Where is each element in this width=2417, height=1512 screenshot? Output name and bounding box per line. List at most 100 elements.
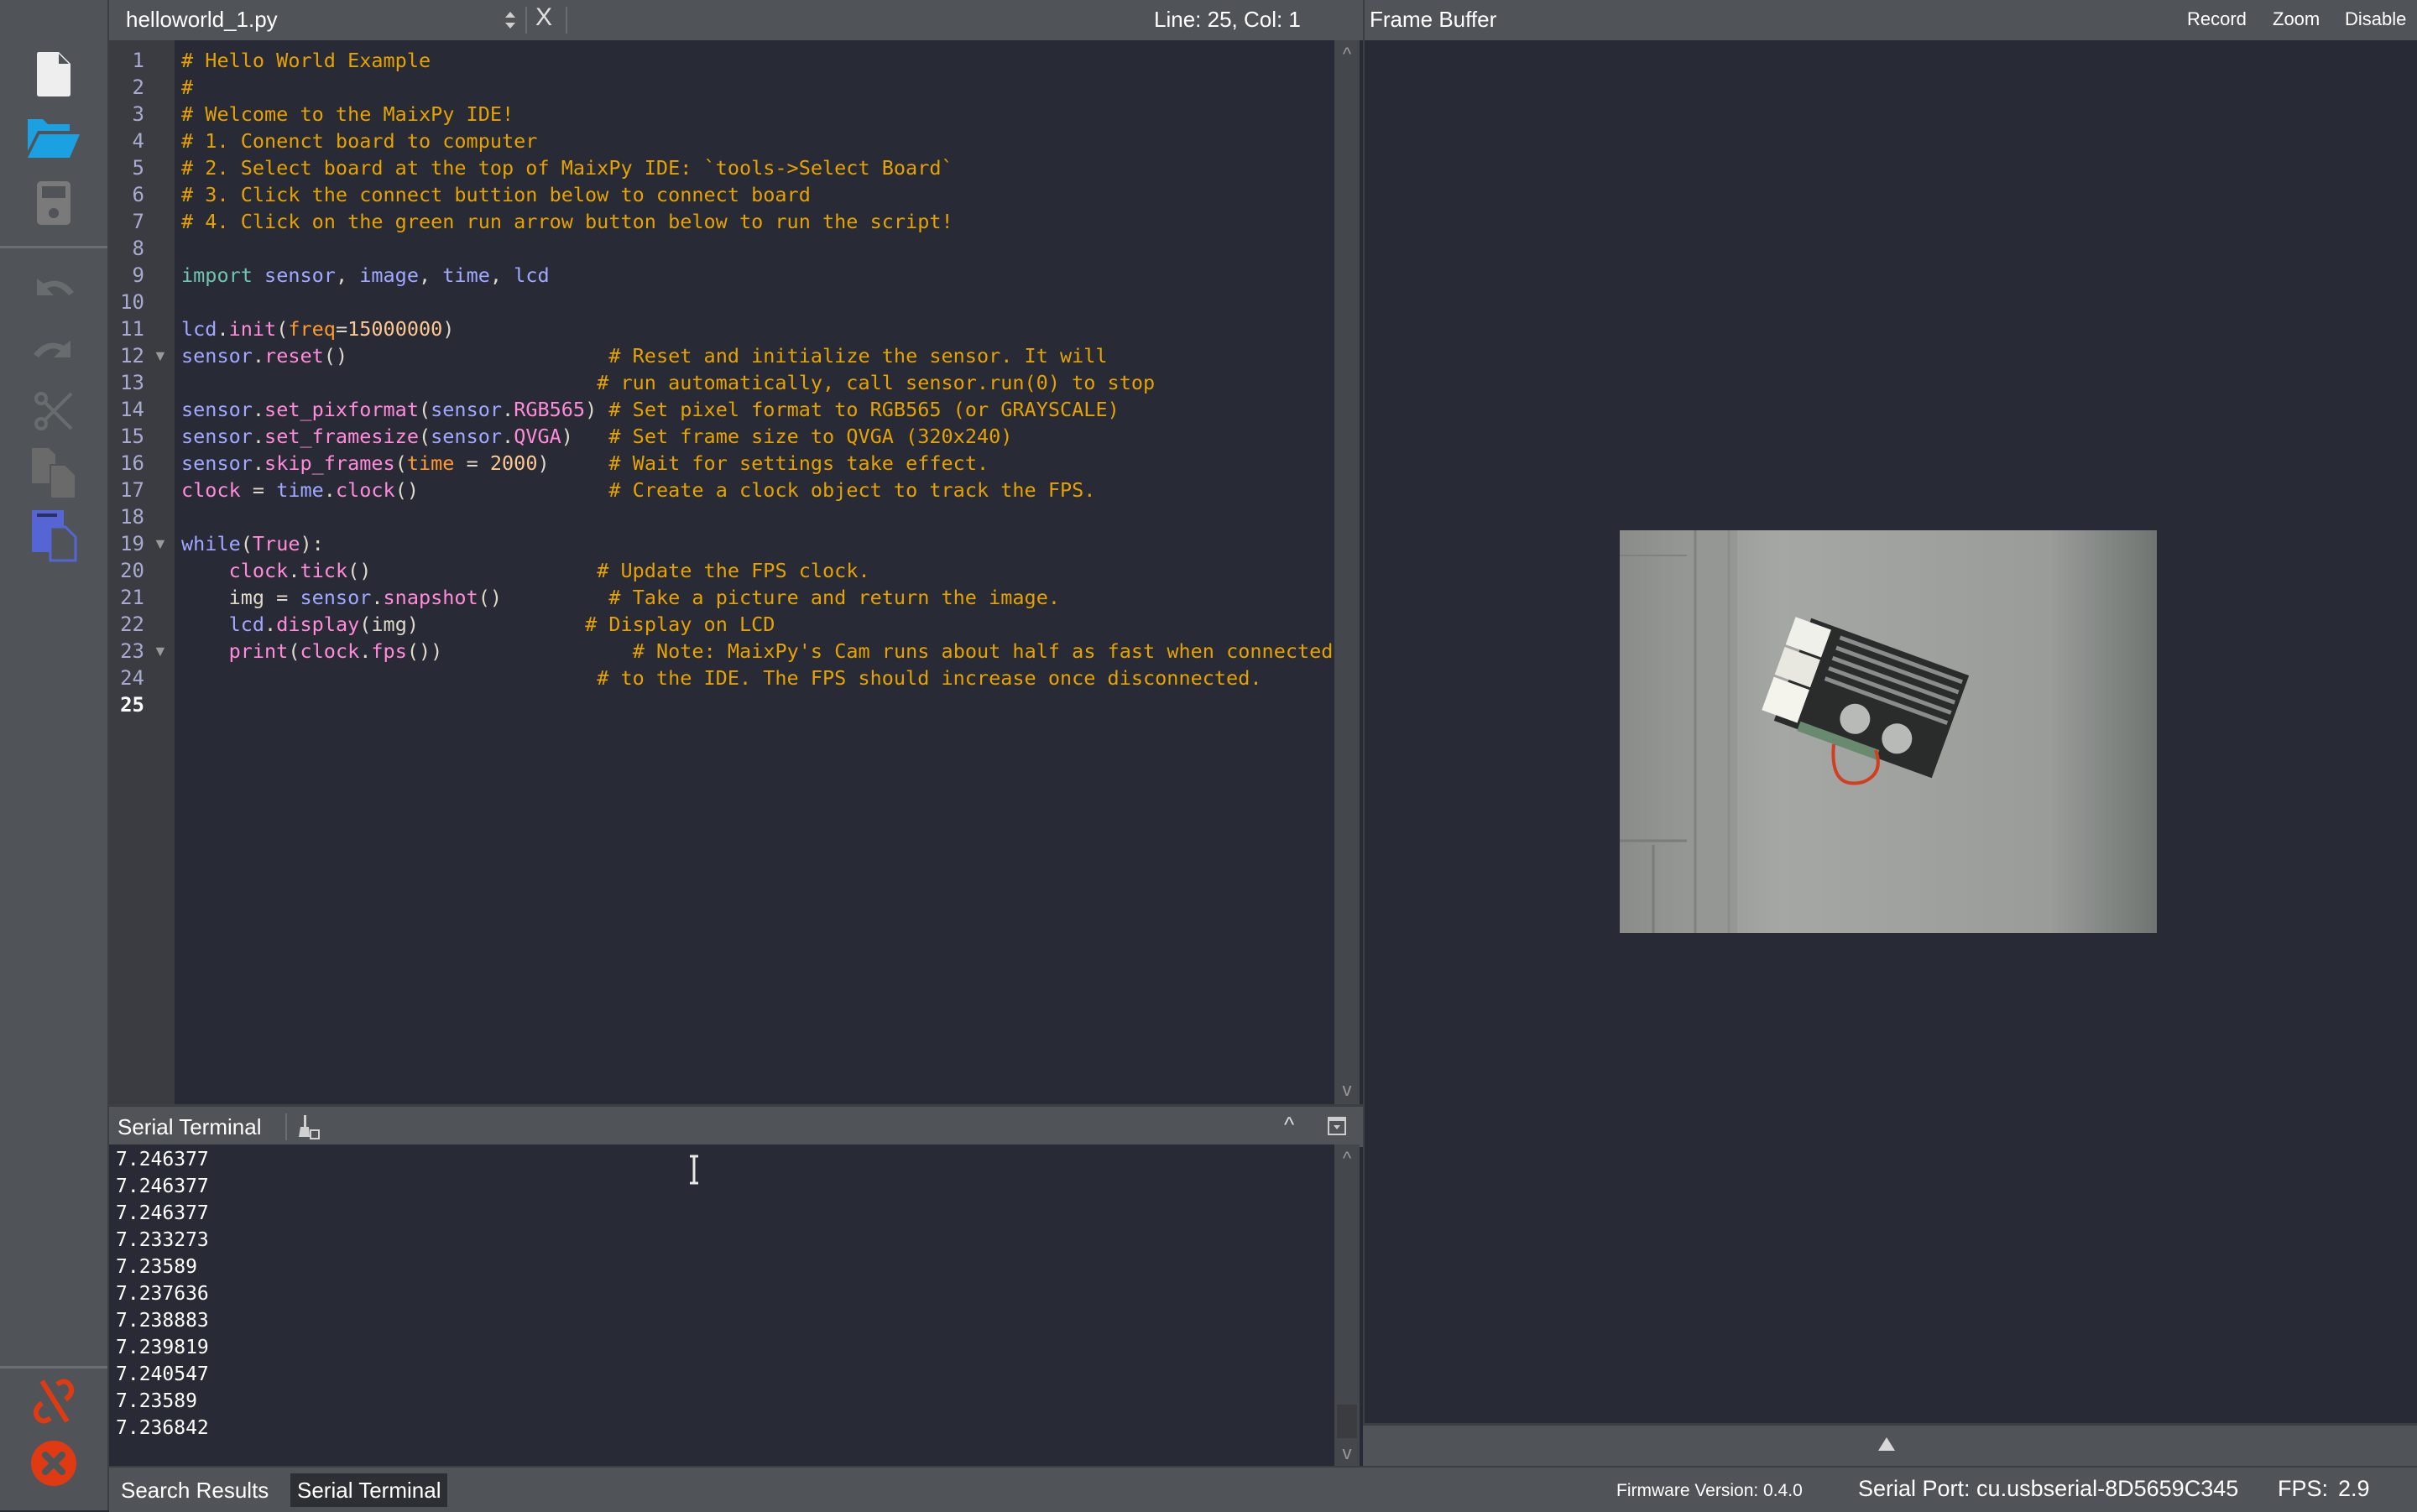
line-number-gutter: 1 2 3 4 5 6 7 8 9 10 11 12 ▼ 13 14 15 16 17 18 19 ▼ 20 21 22 23 ▼…: [109, 40, 175, 1104]
editor-scrollbar[interactable]: ^ v: [1334, 40, 1360, 1104]
code-token: =: [240, 478, 277, 502]
code-token: # Wait for settings take effect.: [608, 451, 989, 475]
code-line[interactable]: # to the IDE. The FPS should increase on…: [181, 665, 1262, 691]
cut-button[interactable]: [23, 384, 84, 438]
code-line[interactable]: #: [181, 74, 193, 101]
fold-toggle-icon[interactable]: ▼: [153, 342, 168, 369]
copy-icon: [32, 448, 76, 499]
code-token: time: [276, 478, 324, 502]
code-line[interactable]: sensor.set_framesize(sensor.QVGA) # Set …: [181, 423, 1012, 450]
fold-toggle-icon[interactable]: ▼: [153, 530, 168, 557]
code-token: .: [264, 613, 277, 636]
code-token: # Reset and initialize the sensor. It wi…: [608, 344, 1108, 368]
code-token: time: [406, 451, 455, 475]
code-token: .: [323, 478, 336, 502]
code-line[interactable]: lcd.init(freq=15000000): [181, 315, 454, 342]
line-number: 1: [132, 49, 144, 72]
code-line[interactable]: sensor.reset() # Reset and initialize th…: [181, 342, 1108, 369]
fps-label: FPS:: [2278, 1476, 2329, 1501]
code-line[interactable]: import sensor, image, time, lcd: [181, 262, 550, 289]
paste-button[interactable]: [23, 508, 84, 562]
line-number: 10: [120, 290, 144, 314]
scroll-down-icon[interactable]: v: [1334, 1079, 1360, 1101]
copy-button[interactable]: [23, 446, 84, 500]
code-line[interactable]: # 4. Click on the green run arrow button…: [181, 208, 953, 235]
save-button[interactable]: [23, 176, 84, 230]
code-line[interactable]: # Hello World Example: [181, 47, 431, 74]
stop-button[interactable]: [23, 1436, 84, 1490]
code-line[interactable]: print(clock.fps()) # Note: MaixPy's Cam …: [181, 638, 1334, 665]
code-token: ): [561, 425, 609, 448]
line-number: 8: [132, 237, 144, 260]
scroll-up-icon[interactable]: ^: [1334, 44, 1360, 65]
header-divider: [525, 7, 527, 34]
code-line[interactable]: # 1. Conenct board to computer: [181, 128, 537, 154]
code-token: # Note: MaixPy's Cam runs about half as …: [632, 639, 1334, 663]
header-divider: [285, 1113, 287, 1140]
undo-button[interactable]: [23, 262, 84, 315]
clear-terminal-button[interactable]: [299, 1113, 322, 1144]
code-token: import: [181, 263, 253, 287]
code-token: init: [228, 317, 277, 341]
open-file-button[interactable]: [23, 111, 84, 164]
maximize-panel-button[interactable]: ^: [1284, 1112, 1294, 1138]
tab-search-results[interactable]: Search Results: [114, 1473, 275, 1507]
record-button[interactable]: Record: [2187, 8, 2247, 30]
frame-buffer-header: Frame Buffer Record Zoom Disable: [1363, 0, 2417, 40]
code-line[interactable]: sensor.skip_frames(time = 2000) # Wait f…: [181, 450, 989, 477]
code-token: ):: [300, 532, 324, 555]
code-line[interactable]: while(True):: [181, 530, 324, 557]
code-token: while: [181, 532, 241, 555]
code-line[interactable]: clock = time.clock() # Create a clock ob…: [181, 477, 1095, 503]
code-line[interactable]: clock.tick() # Update the FPS clock.: [181, 557, 870, 584]
code-token: .: [252, 344, 265, 368]
code-line[interactable]: lcd.display(img) # Display on LCD: [181, 611, 775, 638]
terminal-scrollbar[interactable]: ^ v: [1334, 1144, 1360, 1466]
close-file-button[interactable]: X: [535, 3, 552, 32]
code-line[interactable]: sensor.set_pixformat(sensor.RGB565) # Se…: [181, 396, 1120, 423]
file-selector[interactable]: helloworld_1.py: [126, 7, 278, 33]
tab-serial-terminal[interactable]: Serial Terminal: [290, 1473, 448, 1507]
code-token: clock: [228, 559, 289, 582]
fold-toggle-icon[interactable]: ▼: [153, 638, 168, 665]
code-token: # 3. Click the connect buttion below to …: [181, 183, 811, 206]
new-file-button[interactable]: [23, 47, 84, 101]
folder-open-icon: [28, 119, 80, 158]
close-panel-button[interactable]: [1328, 1117, 1346, 1139]
expand-histogram-icon[interactable]: [1877, 1436, 1897, 1457]
code-line[interactable]: # Welcome to the MaixPy IDE!: [181, 101, 514, 128]
line-number: 3: [132, 102, 144, 126]
zoom-button[interactable]: Zoom: [2273, 8, 2320, 30]
serial-terminal-title: Serial Terminal: [117, 1114, 262, 1139]
disconnect-button[interactable]: [23, 1374, 84, 1428]
code-line[interactable]: # 3. Click the connect buttion below to …: [181, 181, 811, 208]
terminal-line: 7.239819: [116, 1337, 209, 1358]
disable-button[interactable]: Disable: [2345, 8, 2406, 30]
serial-terminal-output[interactable]: 7.246377 7.246377 7.246377 7.233273 7.23589 7…: [109, 1144, 1334, 1466]
code-token: # to the IDE. The FPS should increase on…: [597, 666, 1262, 690]
code-line[interactable]: img = sensor.snapshot() # Take a picture…: [181, 584, 1060, 611]
code-token: .: [217, 317, 229, 341]
code-editor[interactable]: # Hello World Example # # Welcome to the M…: [175, 40, 1334, 1104]
code-token: (): [478, 586, 609, 609]
broom-icon: [299, 1115, 320, 1139]
scroll-up-icon[interactable]: ^: [1334, 1148, 1360, 1170]
line-number: 17: [120, 478, 144, 502]
code-token: .: [502, 425, 514, 448]
line-number: 15: [120, 425, 144, 448]
code-line[interactable]: # 2. Select board at the top of MaixPy I…: [181, 154, 953, 181]
scrollbar-thumb[interactable]: [1337, 1405, 1357, 1438]
code-token: # Hello World Example: [181, 49, 431, 72]
code-token: # run automatically, call sensor.run(0) …: [597, 371, 1156, 394]
code-token: reset: [264, 344, 324, 368]
code-line[interactable]: # run automatically, call sensor.run(0) …: [181, 369, 1155, 396]
redo-button[interactable]: [23, 324, 84, 378]
terminal-line: 7.237636: [116, 1283, 209, 1305]
code-token: QVGA: [514, 425, 561, 448]
file-switch-chevron-icon[interactable]: [502, 8, 519, 32]
scroll-down-icon[interactable]: v: [1334, 1442, 1360, 1464]
code-token: skip_frames: [264, 451, 395, 475]
